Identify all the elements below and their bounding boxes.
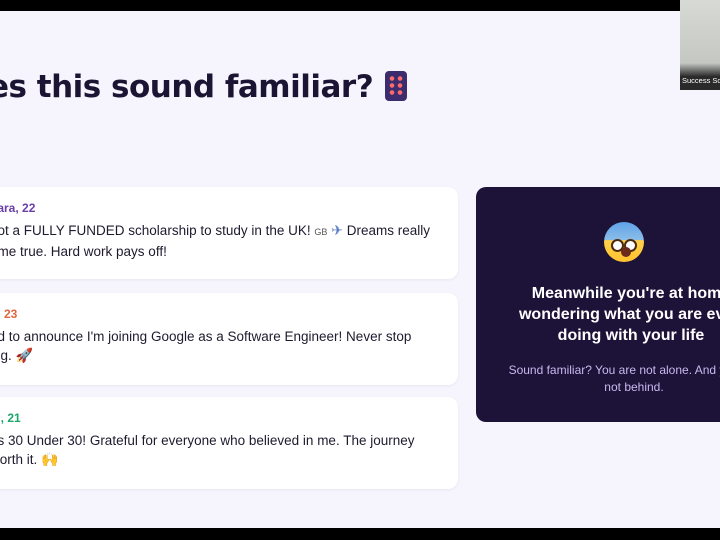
post-text-part: got a FULLY FUNDED scholarship to study … xyxy=(0,223,315,238)
presentation-slide: es this sound familiar? hara, 22 got a F… xyxy=(0,11,720,528)
anxious-face-mouth xyxy=(621,247,631,257)
bottom-bar xyxy=(0,528,720,540)
flag-text: GB xyxy=(314,227,328,237)
post-text-line1: es 30 Under 30! Grateful for everyone wh… xyxy=(0,433,415,448)
post-text-line2: worth it. xyxy=(0,452,38,467)
callout-card: Meanwhile you're at home wondering what … xyxy=(476,187,720,422)
post-text: es 30 Under 30! Grateful for everyone wh… xyxy=(0,431,452,469)
webcam-thumbnail[interactable]: Success Sc xyxy=(680,0,720,90)
post-text-part: Dreams really xyxy=(343,223,431,238)
callout-heading: Meanwhile you're at home wondering what … xyxy=(518,285,720,344)
phone-icon xyxy=(385,71,408,101)
post-author: u, 23 xyxy=(0,307,18,321)
post-text-line2: ing. xyxy=(0,348,12,363)
post-card: di, 21 es 30 Under 30! Grateful for ever… xyxy=(0,397,458,489)
post-author: hara, 22 xyxy=(0,201,36,215)
webcam-label: Success Sc xyxy=(682,76,720,85)
post-card: u, 23 ed to announce I'm joining Google … xyxy=(0,293,458,385)
post-card: hara, 22 got a FULLY FUNDED scholarship … xyxy=(0,187,458,279)
slide-title: es this sound familiar? xyxy=(0,69,408,105)
raised-hands-icon: 🙌 xyxy=(41,451,59,467)
post-text: ed to announce I'm joining Google as a S… xyxy=(0,327,452,365)
post-text-line2: ome true. Hard work pays off! xyxy=(0,244,167,259)
airplane-icon: ✈ xyxy=(327,222,344,238)
post-text-line1: ed to announce I'm joining Google as a S… xyxy=(0,329,412,344)
callout-subtext: Sound familiar? You are not alone. And y… xyxy=(508,363,720,394)
post-author: di, 21 xyxy=(0,411,21,425)
rocket-icon: 🚀 xyxy=(15,347,33,363)
slide-title-text: es this sound familiar? xyxy=(0,69,374,105)
post-text: got a FULLY FUNDED scholarship to study … xyxy=(0,221,452,261)
